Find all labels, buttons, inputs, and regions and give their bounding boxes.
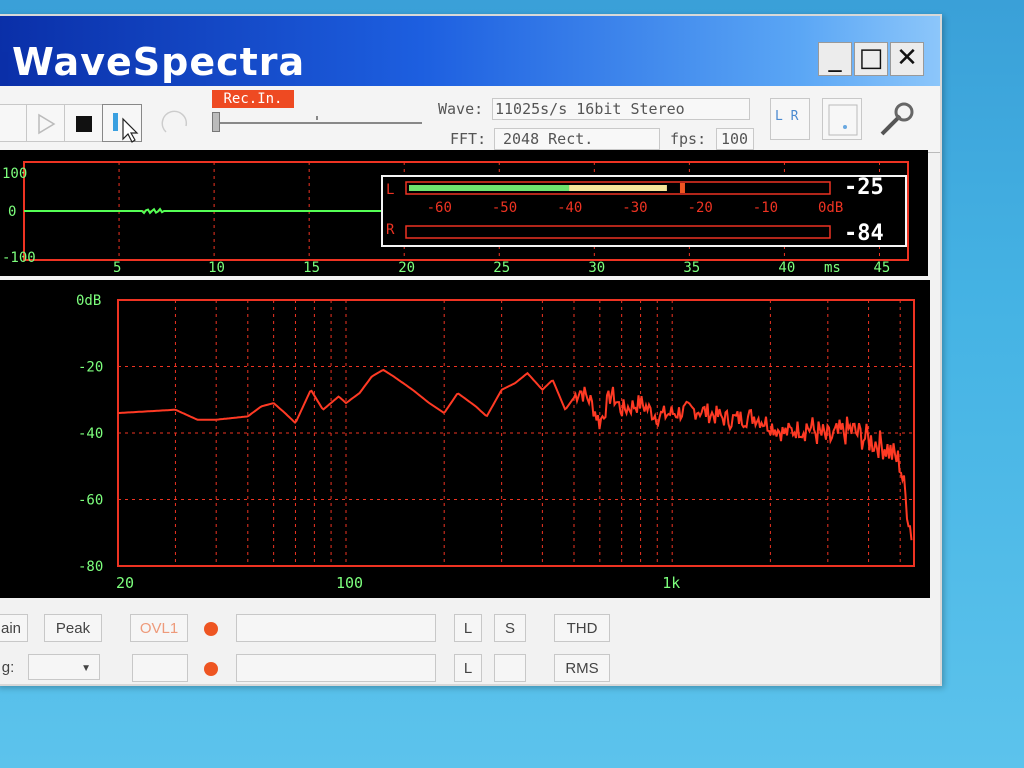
scope-x-tick-label: 5	[113, 260, 121, 276]
input-level-slider-track[interactable]	[216, 122, 422, 124]
spectrum-y-label: -80	[78, 559, 103, 575]
input-monitor-button[interactable]	[102, 104, 142, 143]
meter-icon	[828, 104, 858, 136]
gain-button[interactable]: ain	[0, 614, 28, 642]
meter-settings-button[interactable]	[822, 98, 862, 140]
stop-button[interactable]	[64, 104, 104, 142]
left-channel-button-1[interactable]: L	[454, 614, 482, 642]
play-icon	[38, 113, 56, 135]
stop-icon	[76, 116, 92, 132]
lr-channel-button[interactable]: L R	[770, 98, 810, 140]
peak-button[interactable]: Peak	[44, 614, 102, 642]
scope-x-tick-label: 45	[873, 260, 890, 276]
meter-scale-label: -10	[753, 200, 778, 216]
spectrum-y-label: -60	[78, 493, 103, 509]
status-field-2	[132, 654, 188, 682]
empty-button[interactable]	[494, 654, 526, 682]
meter-scale-label: -50	[492, 200, 517, 216]
thd-button[interactable]: THD	[554, 614, 610, 642]
meter-scale-label: -60	[427, 200, 452, 216]
level-meter: L R -60 -50 -40 -30 -20 -10 0dB -25 -84	[381, 175, 907, 247]
fft-setting-field[interactable]: 2048 Rect.	[494, 128, 660, 150]
meter-right-channel-label: R	[386, 222, 395, 238]
fps-field[interactable]: 100	[716, 128, 754, 150]
refresh-button[interactable]	[156, 104, 196, 142]
waveform-scope: 100 0 -100 5 10 15 20 25 30 35 40 45 ms L R -60 -…	[0, 150, 928, 276]
left-channel-button-2[interactable]: L	[454, 654, 482, 682]
app-icon	[0, 52, 8, 86]
spectrum-y-label: -20	[78, 360, 103, 376]
status-field-3	[236, 654, 436, 682]
scope-y-label-top: 100	[2, 166, 27, 182]
wave-format-field: 11025s/s 16bit Stereo	[492, 98, 750, 120]
minimize-button[interactable]: _	[818, 42, 852, 76]
meter-scale-label: -30	[622, 200, 647, 216]
meter-scale-label: -40	[557, 200, 582, 216]
overload-indicator: OVL1	[130, 614, 188, 642]
scope-x-tick-label: 30	[588, 260, 605, 276]
spectrum-x-label: 20	[116, 574, 134, 592]
toolbar: Rec.In. Wave: 11025s/s 16bit Stereo FFT:…	[0, 86, 940, 153]
meter-scale-label: 0dB	[818, 200, 843, 216]
app-window: WaveSpectra _ □ ✕ Rec.In. Wave: 11025s/s…	[0, 14, 942, 686]
spectrum-plot: 0dB -20 -40 -60 -80 20 100 1k	[76, 293, 915, 592]
rms-button[interactable]: RMS	[554, 654, 610, 682]
meter-left-level-fill	[409, 185, 570, 191]
meter-right-db-readout: -84	[844, 221, 884, 246]
fft-label: FFT:	[450, 130, 487, 148]
overload-led-1	[204, 622, 218, 636]
play-button[interactable]	[26, 104, 66, 142]
meter-scale-label: -20	[688, 200, 713, 216]
slider-tick	[316, 116, 318, 120]
scope-x-tick-label: 10	[208, 260, 225, 276]
waveform-scope-plot: 100 0 -100 5 10 15 20 25 30 35 40 45 ms L R -60 -…	[2, 161, 909, 276]
average-dropdown[interactable]: ▼	[28, 654, 100, 680]
settings-button[interactable]	[874, 98, 918, 140]
title-bar: WaveSpectra _ □ ✕	[0, 16, 940, 86]
wave-format-value: 11025s/s 16bit Stereo	[495, 100, 685, 118]
meter-left-channel-label: L	[386, 182, 394, 198]
scope-x-tick-label: 35	[683, 260, 700, 276]
wave-label: Wave:	[438, 100, 484, 118]
spectrum-y-label: 0dB	[76, 293, 101, 309]
scope-x-tick-label: 40	[778, 260, 795, 276]
fps-value: 100	[721, 130, 749, 148]
average-label: g:	[1, 659, 15, 676]
meter-left-peak-marker	[679, 183, 685, 193]
chevron-down-icon: ▼	[81, 663, 91, 674]
scope-y-label-bottom: -100	[2, 250, 36, 266]
maximize-button[interactable]: □	[854, 42, 888, 76]
fps-label: fps:	[670, 130, 707, 148]
spectrum-x-label: 1k	[662, 574, 680, 592]
bottom-controls: ain Peak OVL1 L S THD g: ▼ L RMS	[0, 598, 940, 682]
input-level-slider-thumb[interactable]	[212, 112, 220, 132]
scope-y-label-zero: 0	[8, 204, 16, 220]
window-title: WaveSpectra	[12, 40, 306, 84]
wrench-icon	[880, 102, 914, 136]
loop-icon	[161, 110, 188, 133]
spectrum-y-label: -40	[78, 426, 103, 442]
close-button[interactable]: ✕	[890, 42, 924, 76]
status-field-1	[236, 614, 436, 642]
meter-left-db-readout: -25	[844, 175, 884, 200]
spectrum-analyzer: 0dB -20 -40 -60 -80 20 100 1k	[0, 280, 930, 598]
lr-channel-label: L R	[775, 109, 799, 124]
waveform-trace	[24, 207, 382, 215]
fft-setting-value: 2048 Rect.	[503, 130, 594, 148]
overload-led-2	[204, 662, 218, 676]
scope-x-tick-label: 15	[303, 260, 320, 276]
record-input-label: Rec.In.	[212, 90, 294, 108]
spectrum-x-label: 100	[336, 574, 363, 592]
scope-x-tick-label: 20	[398, 260, 415, 276]
cursor-icon	[113, 113, 139, 143]
scope-x-unit: ms	[824, 260, 841, 276]
meter-left-warn-fill	[569, 185, 667, 191]
stereo-button[interactable]: S	[494, 614, 526, 642]
scope-x-tick-label: 25	[493, 260, 510, 276]
spectrum-trace	[117, 368, 913, 541]
